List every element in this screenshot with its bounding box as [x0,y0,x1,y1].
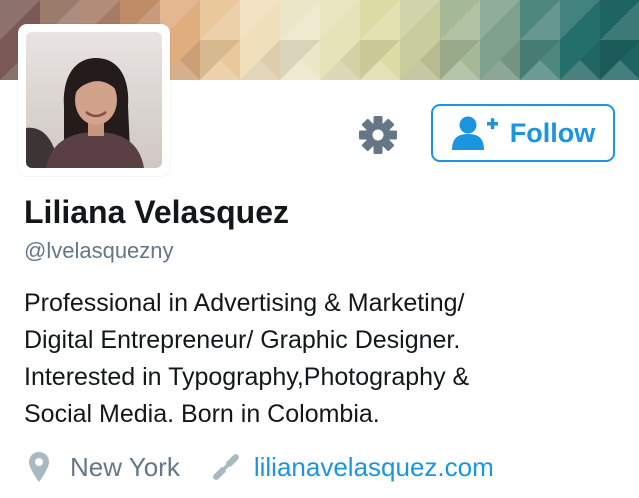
profile-name: Liliana Velasquez [24,194,289,230]
follow-button-label: Follow [509,117,596,148]
profile-website-link[interactable]: lilianavelasquez.com [254,452,494,483]
bio-line: Professional in Advertising & Marketing/ [24,289,465,317]
link-icon [212,454,239,480]
location-pin-icon [29,452,49,482]
avatar-photo [26,32,162,168]
profile-bio: Professional in Advertising & Marketing/… [24,285,624,433]
follow-button[interactable]: Follow [431,104,615,162]
gear-icon [359,116,397,154]
profile-location: New York [70,451,180,482]
bio-line: Interested in Typography,Photography & [24,363,470,391]
add-user-icon [451,116,498,150]
avatar[interactable] [18,24,170,176]
profile-meta: New York lilianavelasquez.com [28,448,494,486]
profile-handle[interactable]: @lvelasquezny [24,238,174,264]
bio-line: Digital Entrepreneur/ Graphic Designer. [24,326,461,354]
settings-gear-button[interactable] [357,114,399,156]
bio-line: Social Media. Born in Colombia. [24,400,380,428]
